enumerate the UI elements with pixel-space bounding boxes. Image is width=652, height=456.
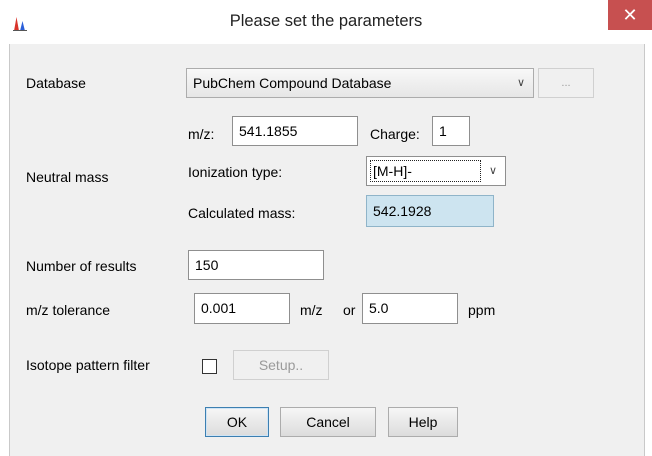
charge-input[interactable]: 1 [432,116,470,146]
neutral-mass-label: Neutral mass [26,169,109,185]
focus-indicator [370,160,481,182]
isotope-setup-button[interactable]: Setup.. [233,350,329,380]
close-icon[interactable]: ✕ [622,5,637,25]
calculated-mass-label: Calculated mass: [188,205,296,221]
isotope-filter-checkbox[interactable] [202,359,217,374]
mz-label: m/z: [188,126,215,142]
charge-label: Charge: [370,126,420,142]
ppm-tolerance-input[interactable]: 5.0 [362,293,458,324]
help-button[interactable]: Help [388,407,458,437]
number-of-results-input[interactable]: 150 [188,250,324,280]
cancel-button[interactable]: Cancel [280,407,376,437]
database-label: Database [26,75,86,91]
database-browse-button[interactable]: ... [538,68,594,98]
mz-input[interactable]: 541.1855 [232,116,358,146]
dialog-body: Database PubChem Compound Database ∨ ...… [9,44,645,456]
database-select-value: PubChem Compound Database [193,75,392,91]
title-bar: Please set the parameters ✕ [0,0,652,44]
number-of-results-label: Number of results [26,258,137,274]
mz-tolerance-input[interactable]: 0.001 [194,293,290,324]
chevron-down-icon: ∨ [488,165,497,177]
calculated-mass-field: 542.1928 [366,195,494,227]
ionization-type-select[interactable]: [M-H]- ∨ [366,156,506,186]
mz-unit-label: m/z [300,302,323,318]
close-button[interactable]: ✕ [608,0,652,30]
or-label: or [343,302,356,318]
mz-tolerance-label: m/z tolerance [26,302,111,318]
ok-button[interactable]: OK [205,407,269,437]
ionization-type-label: Ionization type: [188,164,283,180]
window-title: Please set the parameters [229,12,423,30]
ppm-unit-label: ppm [468,302,496,318]
database-select[interactable]: PubChem Compound Database ∨ [186,68,534,98]
isotope-filter-label: Isotope pattern filter [26,357,150,373]
chevron-down-icon: ∨ [516,77,525,89]
